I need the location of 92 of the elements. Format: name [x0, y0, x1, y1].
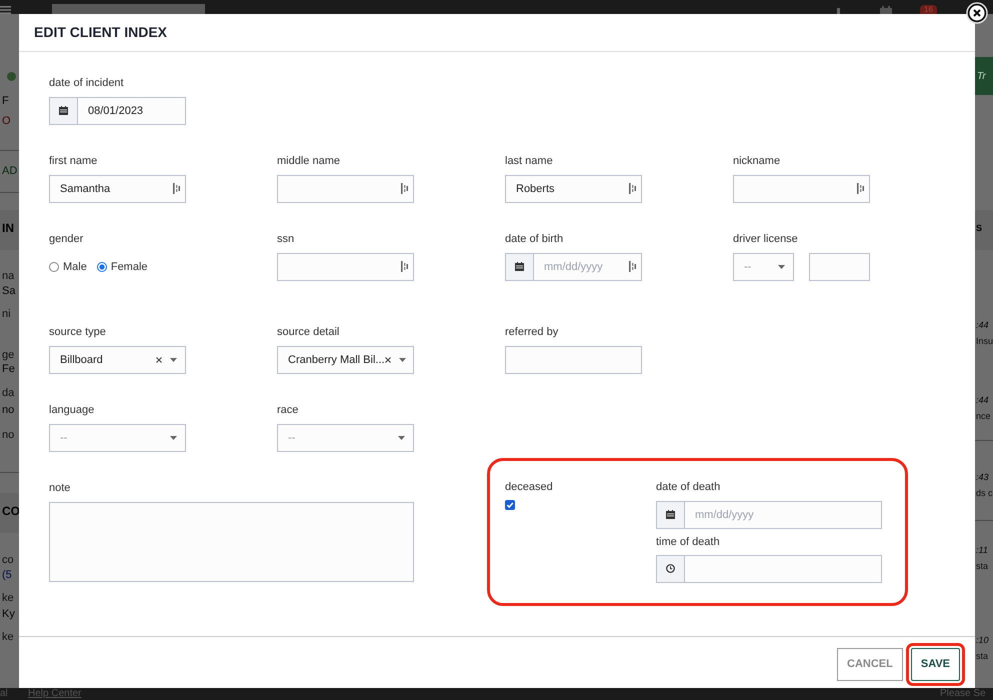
background-text: ni [2, 308, 11, 321]
calendar-icon[interactable] [880, 6, 892, 14]
background-text: nce [976, 410, 991, 423]
field-label: date of incident [49, 76, 125, 90]
field-handle-icon [401, 183, 408, 194]
note-field[interactable] [49, 502, 414, 582]
field-label: ssn [277, 232, 296, 246]
field-label: date of death [656, 480, 722, 494]
option-label: Male [63, 260, 87, 273]
select-field[interactable]: Billboard [49, 346, 186, 374]
background-text: AD [2, 165, 18, 178]
field-label: language [49, 404, 96, 417]
background-text: :43 [976, 471, 989, 484]
field-label: referred by [505, 326, 560, 339]
field-label: deceased [505, 480, 554, 494]
field-handle-icon [629, 261, 636, 272]
field-label: source detail [277, 326, 340, 339]
background-text: :10 [976, 634, 989, 647]
background-text: Insu [976, 335, 993, 348]
radio-button[interactable] [49, 262, 59, 272]
field-label: date of birth [505, 232, 564, 246]
field-label: race [277, 404, 300, 417]
clear-icon [156, 356, 162, 363]
field-handle-icon [629, 183, 636, 194]
background-text: Ky [2, 608, 15, 621]
background-text: da [2, 387, 14, 400]
text-field[interactable] [277, 174, 414, 203]
calendar-icon [59, 106, 68, 116]
search-field[interactable] [52, 4, 205, 14]
caret-icon [170, 358, 177, 362]
clock-icon [666, 564, 675, 574]
background-text: ke [2, 631, 14, 644]
caret-icon [398, 358, 406, 362]
caret-icon [170, 436, 177, 440]
clear-icon [384, 356, 391, 363]
background-text: F [2, 95, 9, 108]
calendar-icon [666, 510, 675, 520]
text-field[interactable] [277, 252, 414, 281]
notification-badge: 16 [920, 5, 937, 14]
background-text: :11 [976, 544, 988, 557]
field-label: gender [49, 232, 84, 246]
field-label: last name [505, 154, 554, 168]
background-text: S [976, 222, 982, 235]
background-text: IN [2, 222, 14, 235]
background-text: O [2, 115, 11, 128]
text-field[interactable]: Roberts [505, 174, 642, 203]
date-field[interactable]: 08/01/2023 [49, 96, 186, 125]
field-label: first name [49, 154, 98, 168]
field-label: source type [49, 326, 107, 339]
field-label: driver license [733, 232, 799, 246]
background-text: no [2, 429, 14, 442]
background-text: Fe [2, 363, 15, 376]
select-field[interactable]: Cranberry Mall Bil... [277, 346, 414, 374]
text-field[interactable] [505, 346, 642, 374]
background-text: na [2, 270, 14, 283]
background-text: ke [2, 592, 14, 605]
field-label: note [49, 482, 72, 495]
close-button[interactable] [966, 2, 988, 24]
background-text: co [2, 554, 14, 567]
background-text: sta [976, 560, 988, 573]
background-text: Sa [2, 285, 16, 298]
status-dot-icon [7, 72, 16, 81]
field-handle-icon [857, 183, 864, 194]
footer-text: al [0, 688, 8, 700]
background-text: no [2, 404, 14, 417]
background-text: ds c [976, 487, 993, 500]
background-text: ge [2, 349, 14, 362]
action-button[interactable]: Tr [975, 57, 993, 95]
field-label: nickname [733, 154, 782, 168]
option-label: Female [110, 260, 148, 273]
background-text: CO [2, 505, 20, 518]
checkbox[interactable] [505, 500, 515, 510]
background-text: :44 [976, 319, 989, 332]
footer-text: Please Se [940, 688, 986, 700]
time-field[interactable] [656, 554, 882, 583]
dialog-title: EDIT CLIENT INDEX [34, 24, 168, 40]
text-field[interactable] [809, 252, 870, 281]
field-label: time of death [656, 536, 721, 549]
dialog-button[interactable]: CANCEL [837, 648, 903, 681]
field-handle-icon [401, 261, 408, 272]
text-field[interactable] [733, 174, 870, 203]
background-text: (5 [2, 569, 12, 582]
background-text: :44 [976, 394, 989, 407]
caret-icon [398, 436, 405, 440]
caret-icon [778, 264, 785, 269]
text-field[interactable]: Samantha [49, 174, 186, 203]
menu-icon[interactable] [0, 6, 11, 14]
radio-button[interactable] [96, 262, 107, 272]
calendar-icon [515, 262, 524, 272]
field-label: middle name [277, 154, 341, 168]
field-handle-icon [173, 183, 180, 194]
background-text: sta [976, 650, 988, 663]
